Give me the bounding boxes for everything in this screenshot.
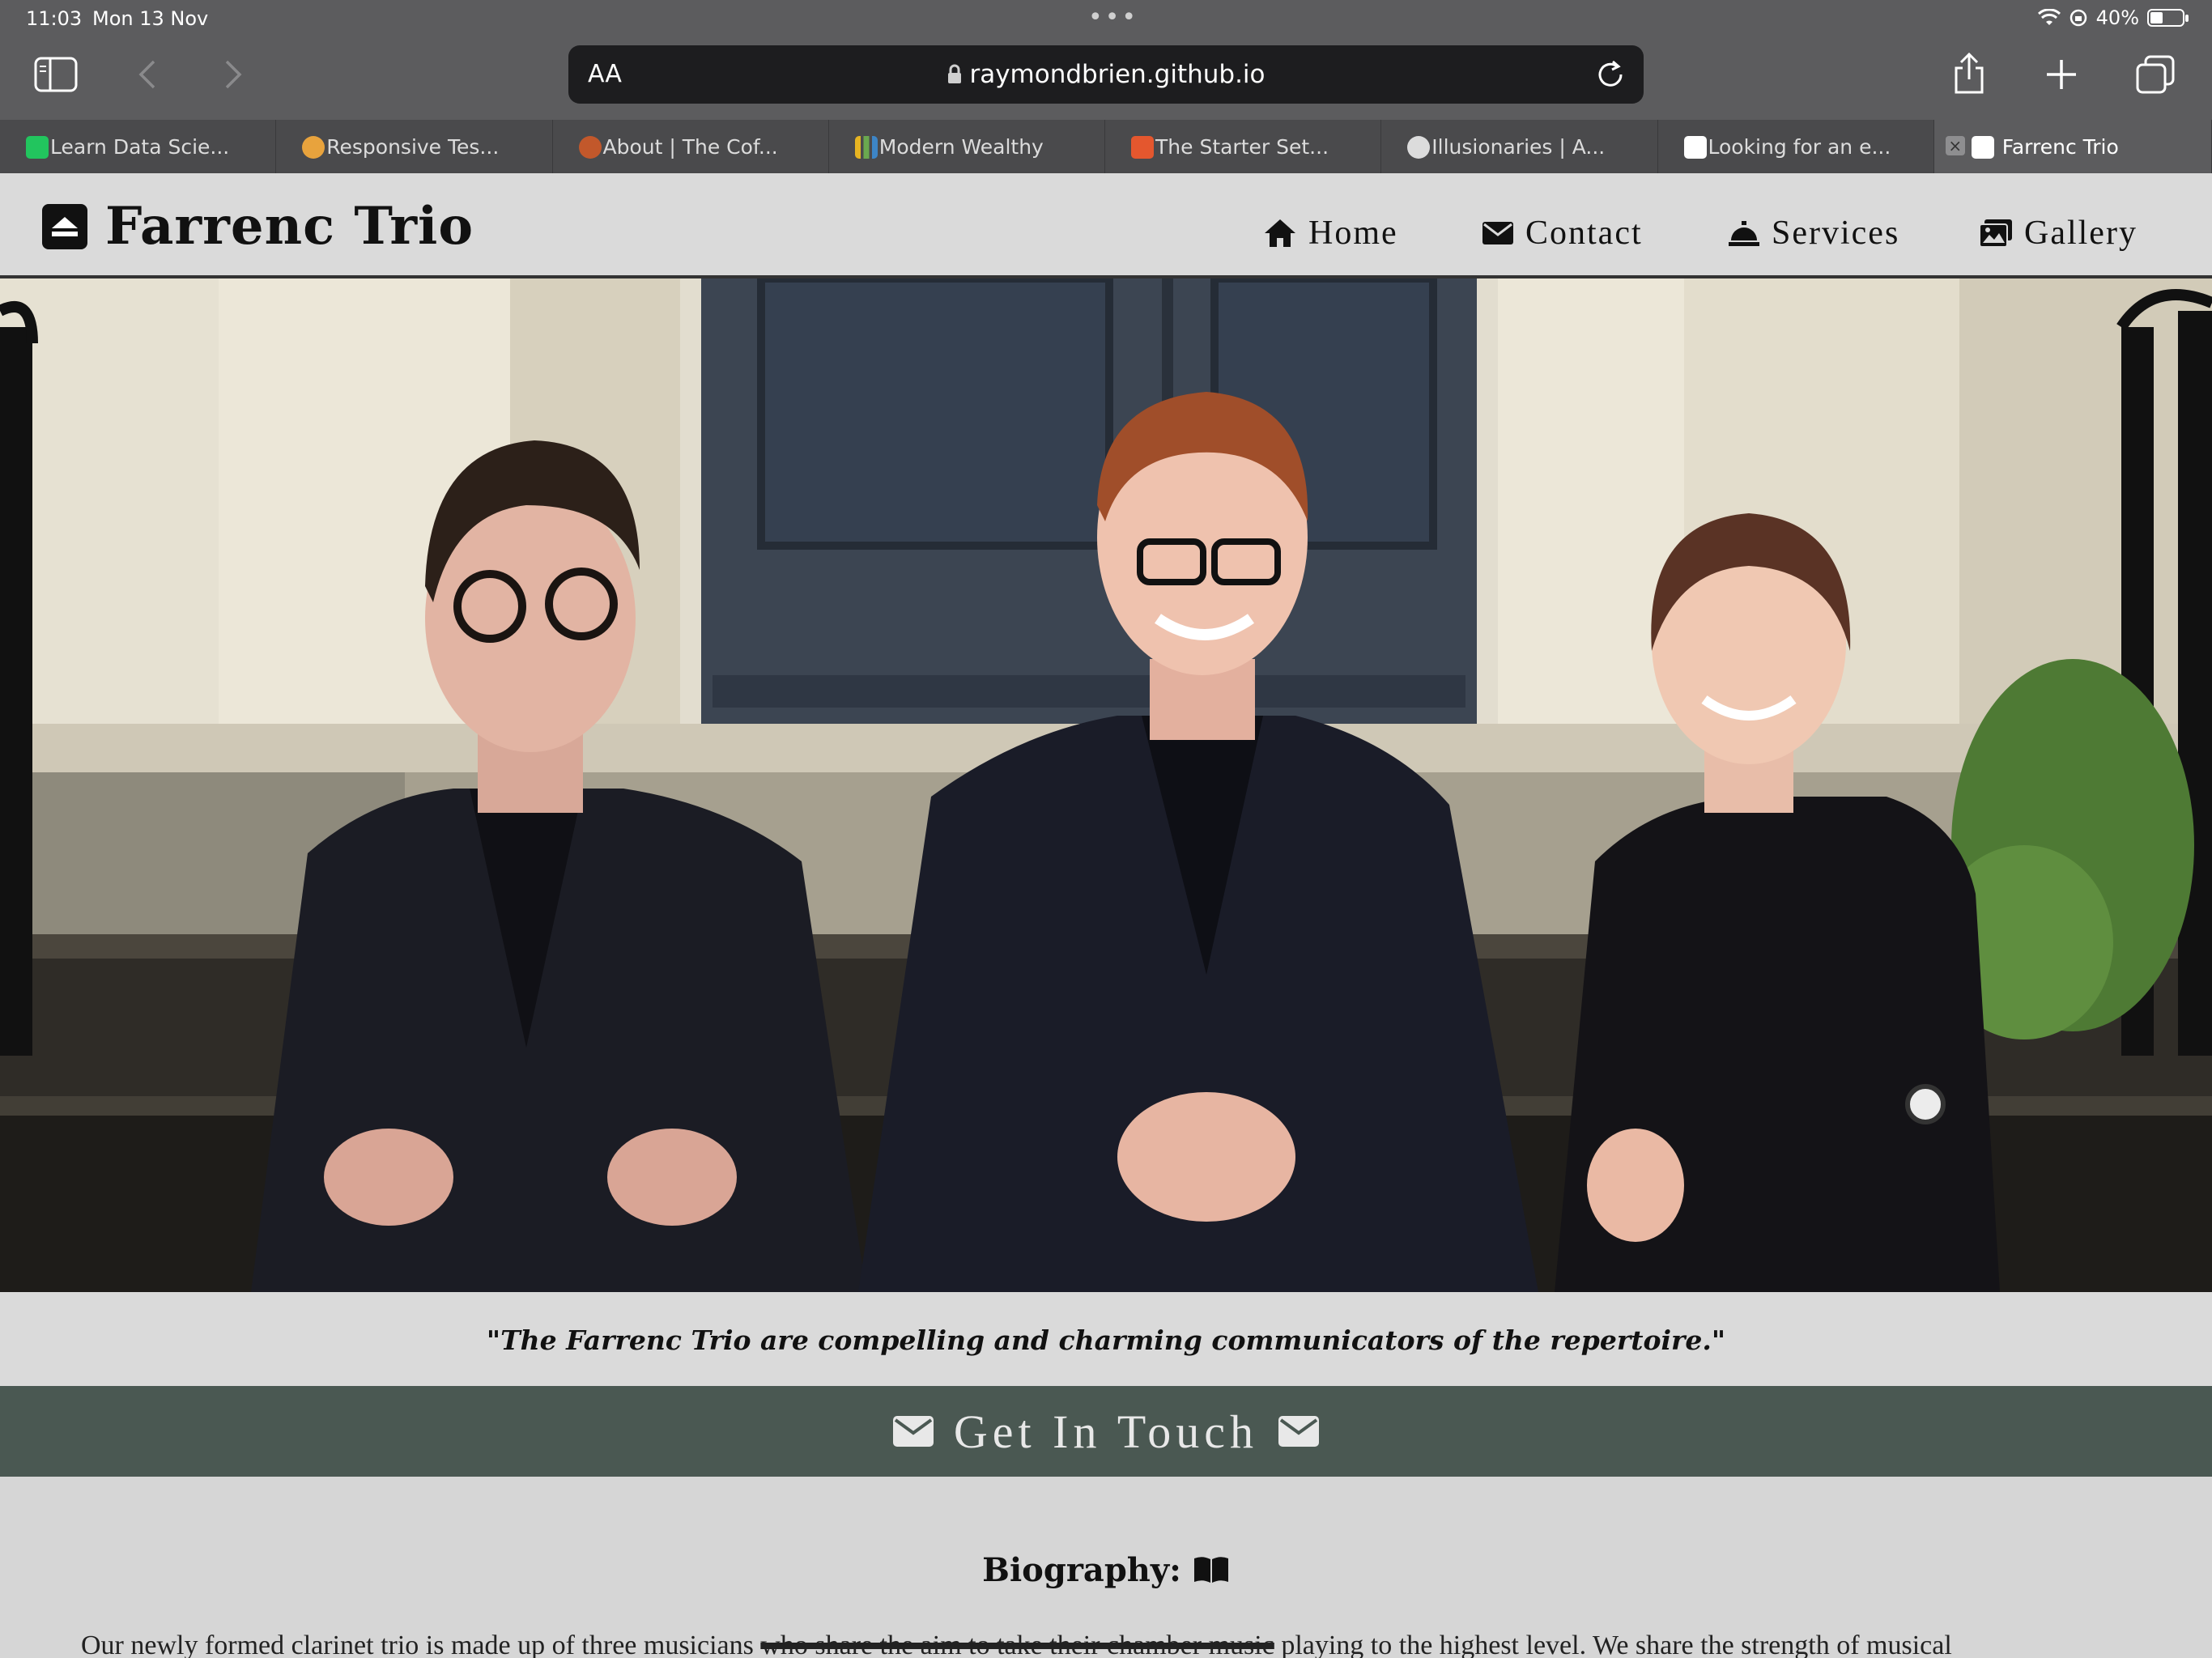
tab-bar: Learn Data Scie... Responsive Tes... Abo…: [0, 120, 2212, 173]
hero-photo: [0, 278, 2212, 1292]
envelope-icon: [892, 1416, 934, 1447]
tab-label: About | The Cof...: [602, 134, 778, 159]
wifi-icon: [2037, 9, 2061, 25]
testimonial-quote: "The Farrenc Trio are compelling and cha…: [0, 1292, 2212, 1386]
page-icon: [1683, 136, 1707, 159]
stripes-icon: [854, 136, 878, 159]
back-icon[interactable]: [138, 58, 157, 91]
nav-label: Services: [1772, 215, 1900, 252]
datacamp-icon: [26, 136, 49, 159]
tab-starter-set[interactable]: The Starter Set...: [1105, 120, 1382, 173]
tab-label: Illusionaries | A...: [1431, 134, 1606, 159]
url-display[interactable]: raymondbrien.github.io: [568, 60, 1644, 89]
nav-home[interactable]: Home: [1263, 214, 1398, 253]
tab-looking-for[interactable]: Looking for an e...: [1658, 120, 1934, 173]
tab-illusionaries[interactable]: Illusionaries | A...: [1381, 120, 1658, 173]
forward-icon[interactable]: [223, 58, 243, 91]
battery-icon: [2147, 9, 2189, 27]
brand-name: Farrenc Trio: [105, 196, 474, 257]
brand-link[interactable]: Farrenc Trio: [42, 196, 474, 257]
tab-label: Looking for an e...: [1708, 134, 1891, 159]
url-text: raymondbrien.github.io: [969, 60, 1266, 89]
tab-label: Responsive Tes...: [326, 134, 500, 159]
book-open-icon: [1193, 1557, 1228, 1583]
tab-label: Farrenc Trio: [2001, 134, 2119, 159]
get-in-touch-label: Get In Touch: [953, 1405, 1259, 1458]
coffee-pot-icon: [578, 136, 602, 159]
envelope-icon: [1482, 222, 1513, 244]
eject-logo-icon: [42, 203, 87, 249]
envelope-icon: [1278, 1416, 1320, 1447]
date: Mon 13 Nov: [92, 7, 209, 30]
tab-label: Learn Data Scie...: [50, 134, 230, 159]
tab-about-the-coffee[interactable]: About | The Cof...: [553, 120, 829, 173]
tab-modern-wealthy[interactable]: Modern Wealthy: [829, 120, 1105, 173]
home-icon: [1265, 219, 1295, 247]
nav-label: Gallery: [2024, 215, 2138, 252]
tab-farrenc-trio[interactable]: × Farrenc Trio: [1933, 120, 2212, 173]
share-icon[interactable]: [1951, 52, 1987, 96]
biography-section: Biography: Our newly formed clarinet tri…: [0, 1477, 2212, 1658]
address-bar[interactable]: AA raymondbrien.github.io: [568, 45, 1644, 104]
responsive-tester-icon: [302, 136, 325, 159]
akt-logo-icon: [1131, 136, 1154, 159]
multitasking-dots-icon[interactable]: •••: [1088, 3, 1138, 32]
tab-responsive-tester[interactable]: Responsive Tes...: [276, 120, 553, 173]
tab-learn-data-science[interactable]: Learn Data Scie...: [0, 120, 277, 173]
bio-text-end: playing to the highest level. We share t…: [1281, 1630, 1952, 1658]
tab-label: The Starter Set...: [1155, 134, 1329, 159]
nav-gallery[interactable]: Gallery: [1979, 214, 2138, 253]
farrenc-logo-icon: [1971, 136, 1994, 159]
battery-percent: 40%: [2095, 6, 2139, 29]
biography-heading: Biography:: [0, 1551, 2212, 1589]
bio-text-start: Our newly formed clarinet trio is made u…: [81, 1630, 754, 1658]
bio-text-struck: who share the aim to take their chamber …: [760, 1630, 1274, 1658]
site-header: Farrenc Trio Home Contact Services Galle…: [0, 173, 2212, 278]
lock-icon: [948, 64, 962, 83]
nav-label: Home: [1308, 215, 1398, 252]
images-icon: [1979, 219, 2012, 248]
get-in-touch-button[interactable]: Get In Touch: [0, 1386, 2212, 1477]
browser-toolbar: AA raymondbrien.github.io: [0, 39, 2212, 120]
new-tab-icon[interactable]: [2044, 57, 2079, 92]
tab-overview-icon[interactable]: [2136, 55, 2175, 94]
clock: 11:03: [26, 7, 83, 30]
orientation-lock-icon: [2069, 9, 2087, 27]
service-bell-icon: [1729, 221, 1759, 246]
biography-title: Biography:: [982, 1551, 1181, 1589]
nav-contact[interactable]: Contact: [1482, 214, 1643, 253]
close-tab-icon[interactable]: ×: [1945, 136, 1965, 155]
status-bar: 11:03 Mon 13 Nov ••• 40%: [0, 0, 2212, 39]
nav-label: Contact: [1525, 215, 1643, 252]
biography-text: Our newly formed clarinet trio is made u…: [81, 1630, 2138, 1658]
status-right: 40%: [2037, 6, 2189, 29]
sidebar-icon[interactable]: [34, 57, 78, 92]
tab-label: Modern Wealthy: [878, 134, 1044, 159]
reload-icon[interactable]: [1595, 57, 1627, 91]
eye-icon: [1407, 136, 1431, 159]
nav-services[interactable]: Services: [1728, 214, 1899, 253]
trio-photo-image: [0, 278, 2212, 1292]
